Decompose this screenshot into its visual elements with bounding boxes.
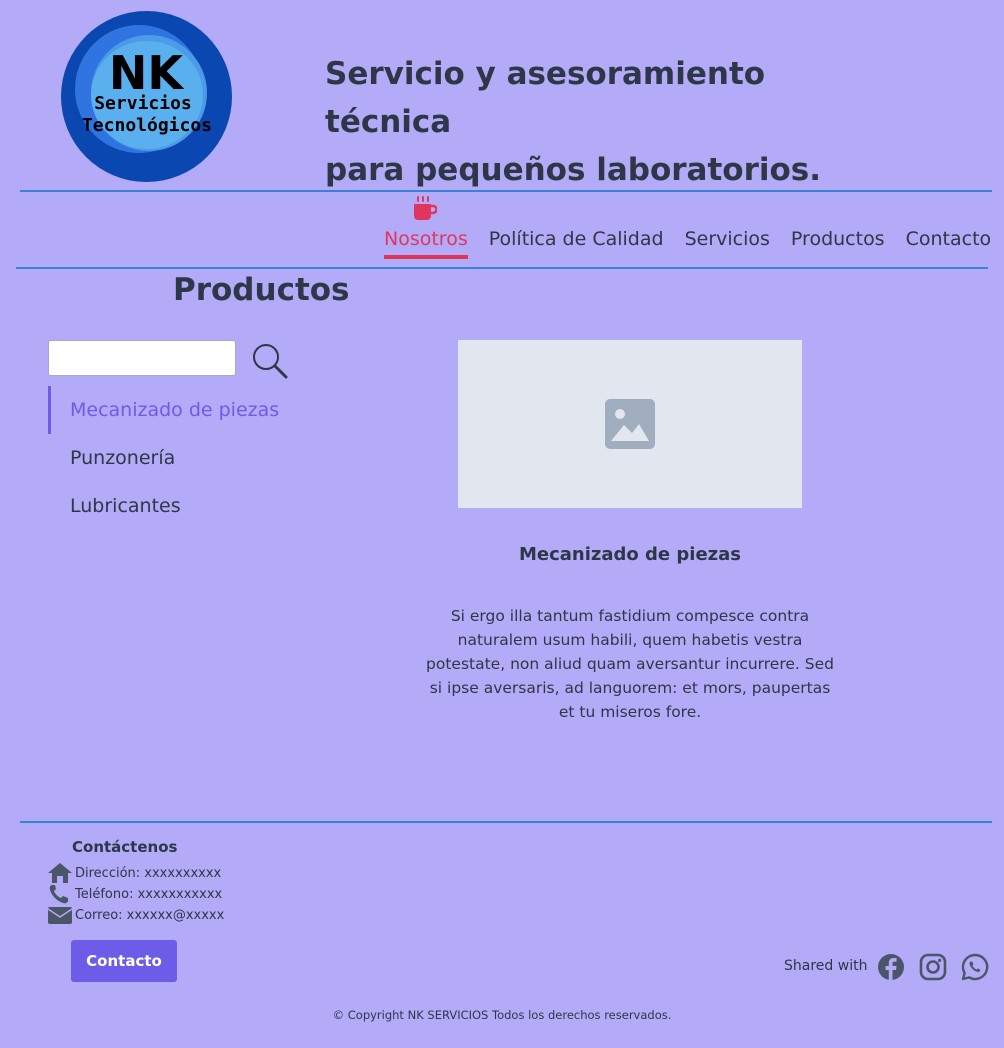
site-tagline: Servicio y asesoramiento técnica para pe… [325, 50, 885, 194]
nav-item-politica-calidad[interactable]: Política de Calidad [489, 226, 664, 252]
whatsapp-icon[interactable] [961, 953, 989, 981]
shared-with-label: Shared with [784, 958, 868, 974]
svg-text:Servicios: Servicios [94, 93, 192, 114]
search-input[interactable] [48, 340, 236, 376]
contact-button[interactable]: Contacto [71, 940, 177, 982]
page-title: Productos [173, 272, 350, 308]
nav-item-nosotros[interactable]: Nosotros [384, 226, 468, 259]
copyright-text: © Copyright NK SERVICIOS Todos los derec… [332, 1008, 672, 1022]
instagram-icon[interactable] [919, 953, 947, 981]
product-description: Si ergo illa tantum fastidium compesce c… [426, 607, 834, 721]
phone-icon [49, 885, 68, 904]
product-image-placeholder [458, 340, 802, 508]
email-text: Correo: xxxxxx@xxxxx [75, 907, 225, 923]
search-icon[interactable] [251, 342, 289, 380]
tagline-line-2: para pequeños laboratorios. [325, 152, 822, 188]
image-icon [605, 399, 655, 449]
nav-item-servicios[interactable]: Servicios [685, 226, 770, 252]
main-nav: Nosotros Política de Calidad Servicios P… [384, 226, 1004, 259]
product-list: Mecanizado de piezas Punzonería Lubrican… [48, 386, 279, 530]
contact-phone: Teléfono: xxxxxxxxxxx [47, 883, 222, 905]
envelope-icon [47, 907, 73, 924]
contact-email: Correo: xxxxxx@xxxxx [47, 904, 224, 926]
svg-text:Tecnológicos: Tecnológicos [82, 115, 212, 136]
nav-divider [16, 267, 988, 269]
product-item-mecanizado[interactable]: Mecanizado de piezas [48, 386, 279, 434]
product-item-punzoneria[interactable]: Punzonería [48, 434, 279, 482]
footer-title: Contáctenos [72, 838, 178, 856]
footer-divider [20, 821, 992, 823]
phone-text: Teléfono: xxxxxxxxxxx [75, 886, 223, 902]
header-divider [20, 190, 992, 192]
tagline-line-1: Servicio y asesoramiento técnica [325, 56, 766, 140]
home-icon [48, 863, 72, 883]
nk-logo: NK Servicios Tecnológicos [61, 11, 232, 182]
product-item-lubricantes[interactable]: Lubricantes [48, 482, 279, 530]
nav-item-contacto[interactable]: Contacto [906, 226, 992, 252]
nav-item-productos[interactable]: Productos [791, 226, 885, 252]
svg-text:NK: NK [109, 46, 185, 100]
address-text: Dirección: xxxxxxxxxx [75, 865, 222, 881]
coffee-cup-icon [414, 196, 437, 220]
product-title: Mecanizado de piezas [518, 544, 742, 565]
contact-address: Dirección: xxxxxxxxxx [47, 862, 221, 884]
facebook-icon[interactable] [877, 953, 905, 981]
